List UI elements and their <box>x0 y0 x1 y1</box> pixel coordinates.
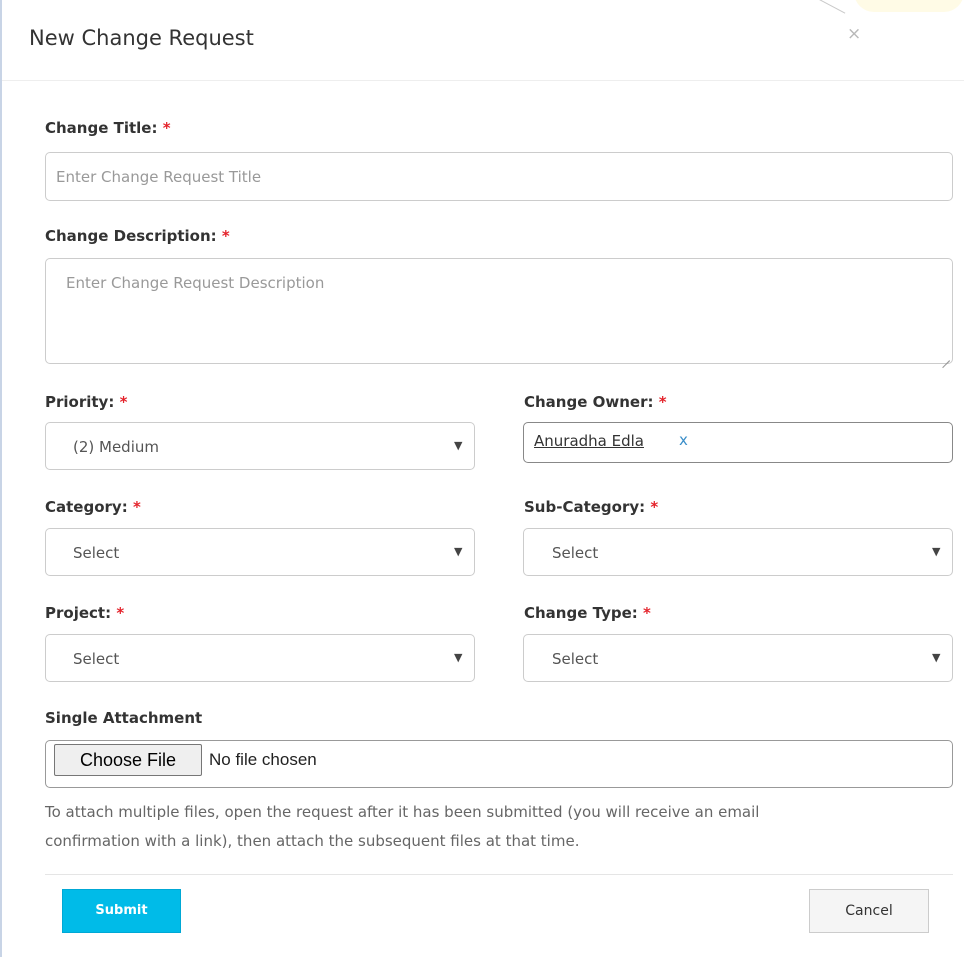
change-type-label-text: Change Type: <box>524 604 638 622</box>
change-description-placeholder: Enter Change Request Description <box>66 274 325 292</box>
change-title-label: Change Title: * <box>45 119 171 137</box>
single-attachment-label: Single Attachment <box>45 709 203 727</box>
change-type-selected-value: Select <box>552 650 599 668</box>
submit-button[interactable]: Submit <box>62 889 181 933</box>
close-icon[interactable]: × <box>847 24 861 44</box>
priority-label: Priority: * <box>45 393 127 411</box>
project-selected-value: Select <box>73 650 120 668</box>
chevron-down-icon: ▼ <box>454 651 463 664</box>
sub-category-selected-value: Select <box>552 544 599 562</box>
sub-category-label: Sub-Category: * <box>524 498 658 516</box>
priority-select[interactable]: (2) Medium ▼ <box>45 422 475 470</box>
category-label-text: Category: <box>45 498 128 516</box>
change-description-label: Change Description: * <box>45 227 230 245</box>
project-select[interactable]: Select ▼ <box>45 634 475 682</box>
chevron-down-icon: ▼ <box>932 651 941 664</box>
change-owner-label-text: Change Owner: <box>524 393 654 411</box>
change-type-label: Change Type: * <box>524 604 651 622</box>
category-select[interactable]: Select ▼ <box>45 528 475 576</box>
priority-label-text: Priority: <box>45 393 115 411</box>
required-marker: * <box>132 498 141 516</box>
sub-category-label-text: Sub-Category: <box>524 498 646 516</box>
change-title-placeholder: Enter Change Request Title <box>56 168 262 186</box>
project-label: Project: * <box>45 604 124 622</box>
owner-token[interactable]: Anuradha Edla <box>534 432 644 450</box>
required-marker: * <box>116 604 125 622</box>
attachment-help-text: To attach multiple files, open the reque… <box>45 798 955 856</box>
remove-owner-button[interactable]: x <box>679 431 688 449</box>
file-status-text: No file chosen <box>209 750 317 769</box>
dialog-header: New Change Request × <box>2 0 964 81</box>
change-title-label-text: Change Title: <box>45 119 158 137</box>
change-owner-label: Change Owner: * <box>524 393 667 411</box>
choose-file-button[interactable]: Choose File <box>54 744 202 776</box>
required-marker: * <box>658 393 667 411</box>
required-marker: * <box>221 227 230 245</box>
category-selected-value: Select <box>73 544 120 562</box>
change-description-label-text: Change Description: <box>45 227 217 245</box>
change-type-select[interactable]: Select ▼ <box>523 634 953 682</box>
resize-handle-icon[interactable] <box>942 353 950 361</box>
chevron-down-icon: ▼ <box>932 545 941 558</box>
sub-category-select[interactable]: Select ▼ <box>523 528 953 576</box>
project-label-text: Project: <box>45 604 112 622</box>
change-owner-input[interactable]: Anuradha Edla x <box>523 422 953 463</box>
category-label: Category: * <box>45 498 141 516</box>
change-title-input[interactable]: Enter Change Request Title <box>45 152 953 201</box>
help-text-line: To attach multiple files, open the reque… <box>45 803 760 821</box>
chevron-down-icon: ▼ <box>454 545 463 558</box>
required-marker: * <box>162 119 171 137</box>
required-marker: * <box>650 498 659 516</box>
change-description-textarea[interactable]: Enter Change Request Description <box>45 258 953 364</box>
new-change-request-dialog: New Change Request × Change Title: * Ent… <box>0 0 964 957</box>
required-marker: * <box>119 393 128 411</box>
footer-divider <box>45 874 953 875</box>
priority-selected-value: (2) Medium <box>73 438 159 456</box>
required-marker: * <box>643 604 651 622</box>
cancel-button[interactable]: Cancel <box>809 889 929 933</box>
dialog-title: New Change Request <box>29 26 254 50</box>
chevron-down-icon: ▼ <box>454 439 463 452</box>
file-input[interactable]: Choose File No file chosen <box>45 740 953 788</box>
help-text-line: confirmation with a link), then attach t… <box>45 832 580 850</box>
